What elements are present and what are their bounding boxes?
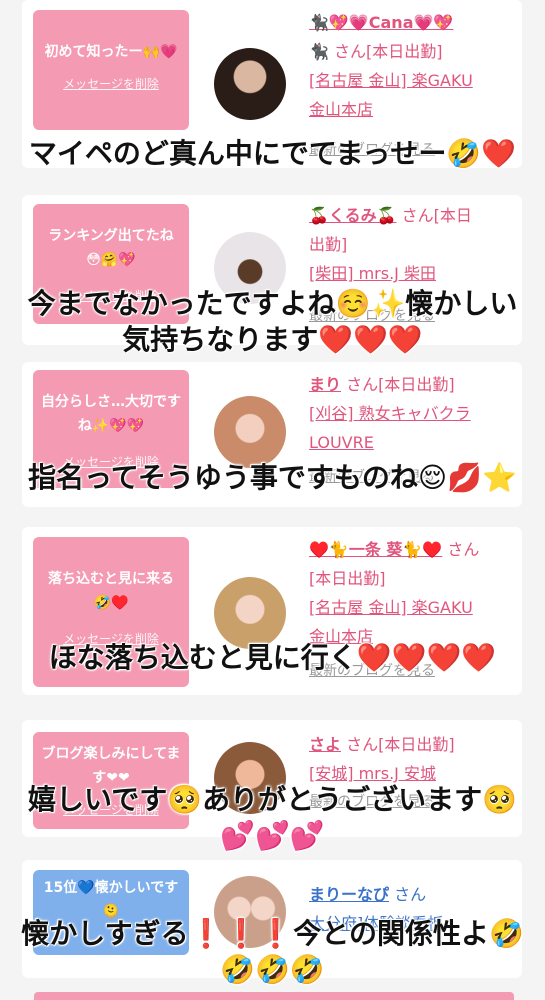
shop-name[interactable]: 金山本店 xyxy=(309,95,519,124)
san-label: さん xyxy=(394,885,427,904)
shift-status: さん[本日 xyxy=(401,206,472,225)
overlay-comment: 懐かしすぎる❗️❗️❗️今との関係性よ🤣🤣🤣🤣 xyxy=(21,917,524,986)
girl-name-link[interactable]: まりーなぴ xyxy=(309,885,389,904)
shift-status: 🐈‍⬛ さん[本日出勤] xyxy=(309,42,443,61)
shift-status-cont: 出勤] xyxy=(309,235,348,254)
shop-location[interactable]: [名古屋 金山] 楽GAKU xyxy=(309,593,519,622)
shop-location[interactable]: [柴田] mrs.J 柴田 xyxy=(309,259,519,288)
avatar[interactable] xyxy=(214,396,286,468)
avatar[interactable] xyxy=(214,577,286,649)
girl-name-link[interactable]: まり xyxy=(309,375,341,394)
shop-name[interactable]: LOUVRE xyxy=(309,428,519,457)
overlay-comment: 今までなかったですよね☺️✨懐かしい気持ちなります❤️❤️❤️ xyxy=(27,287,518,356)
girl-name-link[interactable]: 🐈‍⬛💖💗Cana💗💖 xyxy=(309,8,519,37)
next-card-edge xyxy=(34,992,514,1000)
girl-name-link[interactable]: 🍒くるみ🍒 xyxy=(309,206,397,225)
overlay-comment: 嬉しいです🥺ありがとうございます🥺💕💕💕 xyxy=(28,783,517,852)
shift-status-cont: [本日出勤] xyxy=(309,569,386,588)
message-text: 自分らしさ…大切ですね✨💖💖 xyxy=(41,394,181,434)
avatar[interactable] xyxy=(214,48,286,120)
overlay-comment: 指名ってそうゆう事ですものね😌💋⭐️ xyxy=(28,461,517,494)
message-text: 落ち込むと見に来る🤣♥️ xyxy=(48,571,174,611)
girl-name-link[interactable]: さよ xyxy=(309,735,341,754)
overlay-comment: マイペのど真ん中にでてまっせー🤣❤️ xyxy=(28,137,517,170)
shop-location[interactable]: [名古屋 金山] 楽GAKU xyxy=(309,66,519,95)
delete-message-link[interactable]: メッセージを削除 xyxy=(41,72,181,96)
shift-status: さん[本日出勤] xyxy=(346,735,455,754)
shift-status: さん xyxy=(447,540,480,559)
message-text: 初めて知ったー🙌💗 xyxy=(44,44,178,60)
message-bubble: 初めて知ったー🙌💗 メッセージを削除 xyxy=(33,10,189,130)
message-text: ランキング出てたね😳🤗💖 xyxy=(48,228,174,268)
girl-name-link[interactable]: ♥️🐈一条 葵🐈♥️ xyxy=(309,540,442,559)
overlay-comment: ほな落ち込むと見に行く❤️❤️❤️❤️ xyxy=(48,641,497,674)
shift-status: さん[本日出勤] xyxy=(346,375,455,394)
shop-location[interactable]: [刈谷] 熟女キャバクラ xyxy=(309,399,519,428)
